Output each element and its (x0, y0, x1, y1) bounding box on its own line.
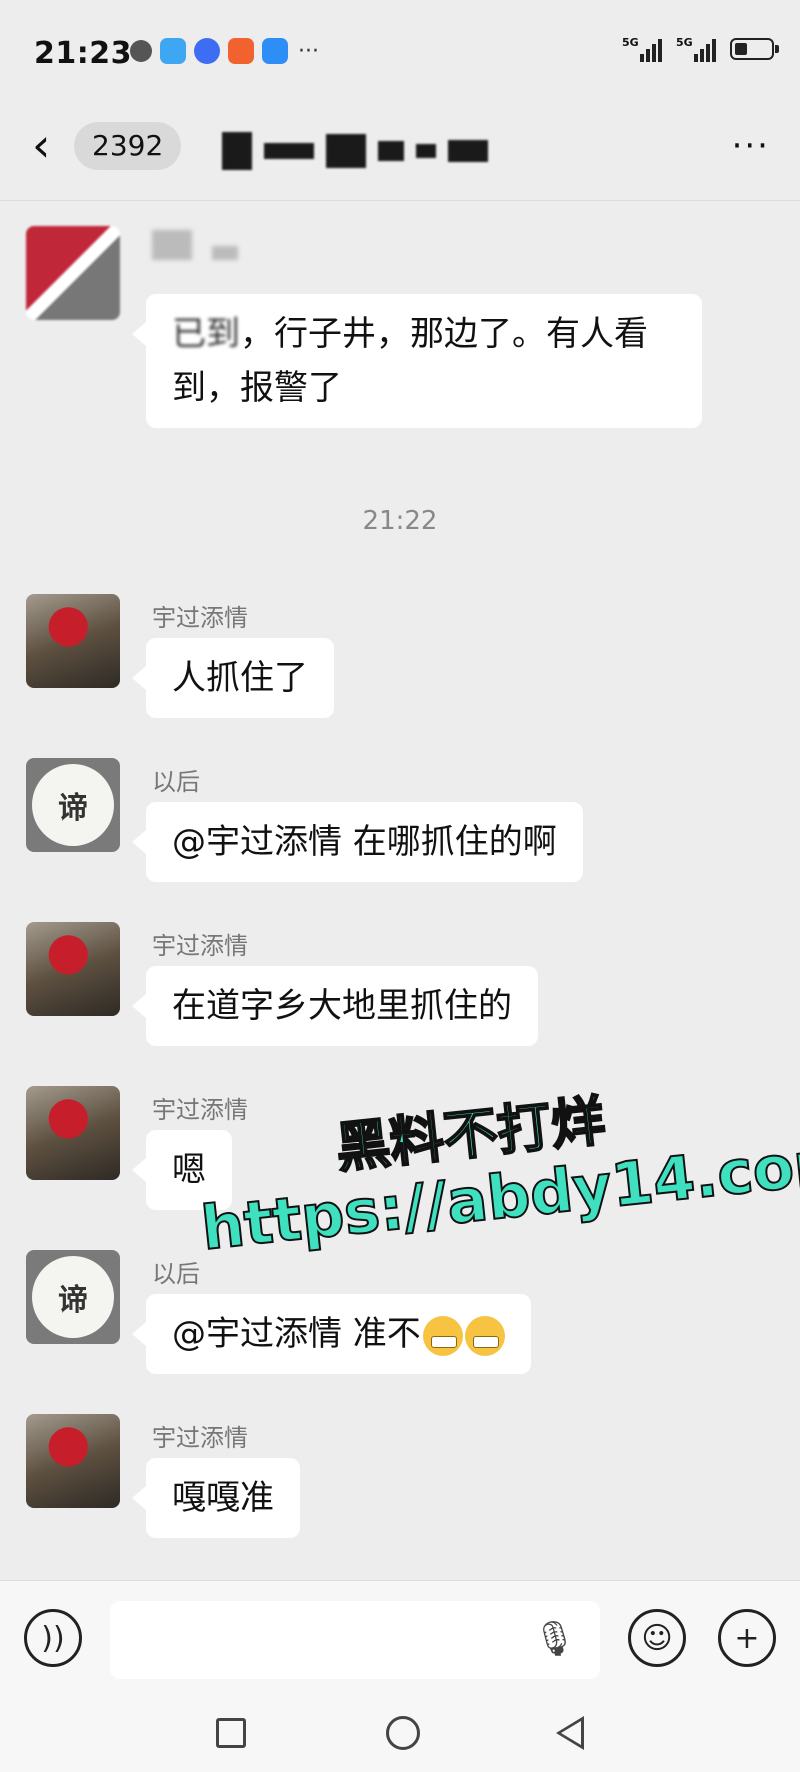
message-bubble[interactable]: @宇过添情 准不 (132, 1294, 531, 1374)
avatar[interactable] (26, 226, 120, 320)
avatar[interactable]: 谛 (26, 1250, 120, 1344)
sender-name: 以后 (152, 1260, 200, 1288)
sender-name: 宇过添情 (152, 932, 248, 960)
unread-count-badge[interactable]: 2392 (74, 122, 182, 170)
system-nav-bar (0, 1700, 800, 1772)
avatar[interactable] (26, 1414, 120, 1508)
more-dots-icon[interactable]: ··· (732, 126, 770, 166)
message-bubble[interactable]: 嘎嘎准 (132, 1458, 300, 1538)
recents-icon[interactable] (216, 1718, 246, 1748)
message-bubble[interactable]: 人抓住了 (132, 638, 334, 718)
avatar[interactable] (26, 1086, 120, 1180)
message-input[interactable]: 🎙 (110, 1601, 600, 1679)
message-bubble[interactable]: 嗯 (132, 1130, 232, 1210)
status-time: 21:23 (34, 36, 132, 71)
message-bubble[interactable]: 已到，行子井，那边了。有人看到，报警了 (132, 294, 702, 428)
avatar[interactable] (26, 922, 120, 1016)
microphone-icon[interactable]: 🎙 (533, 1619, 576, 1659)
timestamp: 21:22 (362, 506, 438, 536)
avatar[interactable]: 谛 (26, 758, 120, 852)
signal-icon: 5G (622, 36, 662, 62)
smiley-icon[interactable]: ☺ (628, 1609, 686, 1667)
sender-name: 以后 (152, 768, 200, 796)
avatar[interactable] (26, 594, 120, 688)
status-bar: 21:23 ··· 5G 5G (0, 0, 800, 100)
plus-icon[interactable]: + (718, 1609, 776, 1667)
signal-icon: 5G (676, 36, 716, 62)
sender-name-redacted (152, 230, 282, 260)
app-icon (160, 38, 186, 64)
chat-messages[interactable]: 已到，行子井，那边了。有人看到，报警了 21:22 宇过添情 人抓住了 谛 以后… (0, 200, 800, 1580)
group-title-redacted (222, 130, 532, 172)
sender-name: 宇过添情 (152, 1424, 248, 1452)
more-notifications-icon: ··· (298, 38, 319, 64)
input-bar: )) 🎙 ☺ + (0, 1580, 800, 1701)
home-icon[interactable] (386, 1716, 420, 1750)
message-bubble[interactable]: @宇过添情 在哪抓住的啊 (132, 802, 583, 882)
chat-header: ‹ 2392 ··· (0, 100, 800, 201)
app-icon (228, 38, 254, 64)
voice-wave-icon[interactable]: )) (24, 1609, 82, 1667)
battery-icon (730, 38, 779, 60)
sender-name: 宇过添情 (152, 1096, 248, 1124)
grin-emoji-icon (464, 1315, 505, 1356)
message-bubble[interactable]: 在道字乡大地里抓住的 (132, 966, 538, 1046)
sender-name: 宇过添情 (152, 604, 248, 632)
wechat-icon (130, 40, 152, 62)
chevron-left-icon[interactable]: ‹ (32, 122, 50, 168)
notification-icons: ··· (130, 38, 319, 64)
grin-emoji-icon (422, 1315, 463, 1356)
app-icon (262, 38, 288, 64)
back-icon[interactable] (556, 1716, 584, 1750)
browser-icon (194, 38, 220, 64)
